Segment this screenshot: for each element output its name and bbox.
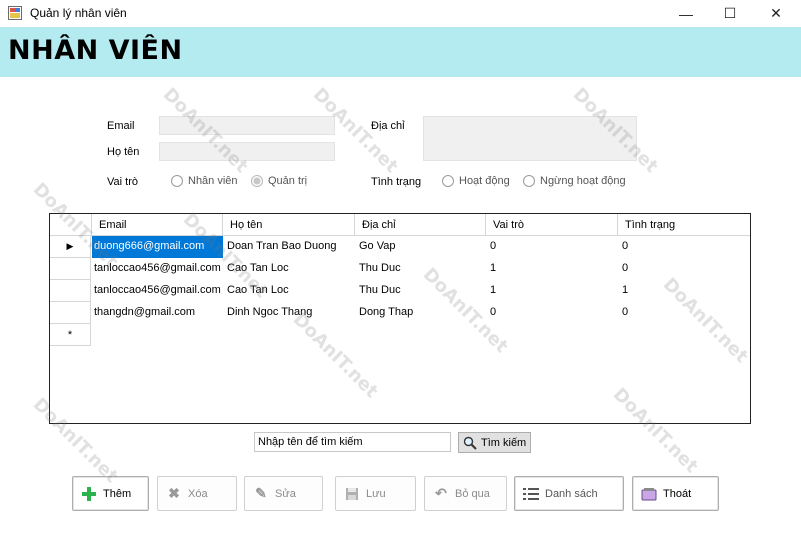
search-button-label: Tìm kiếm xyxy=(481,436,527,449)
exit-button-label: Thoát xyxy=(663,487,692,500)
row-header[interactable] xyxy=(50,258,91,280)
table-cell-name[interactable]: Cao Tan Loc xyxy=(225,258,289,280)
table-cell-email[interactable]: tanloccao456@gmail.com xyxy=(92,258,221,280)
maximize-button[interactable]: ☐ xyxy=(707,0,753,27)
table-cell-role[interactable]: 0 xyxy=(488,236,496,258)
exit-icon xyxy=(641,486,657,502)
row-header[interactable] xyxy=(50,302,91,324)
table-cell-role[interactable]: 1 xyxy=(488,258,496,280)
add-button[interactable]: Thêm xyxy=(72,476,149,511)
table-cell-role[interactable]: 1 xyxy=(488,280,496,302)
window-title: Quản lý nhân viên xyxy=(30,6,127,20)
list-button[interactable]: Danh sách xyxy=(514,476,624,511)
role-radio-admin[interactable]: Quản trị xyxy=(251,175,307,187)
table-cell-name[interactable]: Dinh Ngoc Thang xyxy=(225,302,312,324)
table-cell-email[interactable]: tanloccao456@gmail.com xyxy=(92,280,221,302)
column-header-name[interactable]: Họ tên xyxy=(223,214,355,236)
column-header-role[interactable]: Vai trò xyxy=(486,214,618,236)
list-button-label: Danh sách xyxy=(545,487,598,500)
add-button-label: Thêm xyxy=(103,487,132,500)
save-button-label: Lưu xyxy=(366,487,386,500)
table-cell-role[interactable]: 0 xyxy=(488,302,496,324)
search-button[interactable]: Tìm kiếm xyxy=(458,432,531,453)
plus-icon xyxy=(81,486,97,502)
radio-icon xyxy=(442,175,454,187)
address-field[interactable] xyxy=(423,116,637,161)
save-button[interactable]: Lưu xyxy=(335,476,416,511)
radio-checked-icon xyxy=(251,175,263,187)
table-cell-address[interactable]: Dong Thap xyxy=(357,302,413,324)
table-cell-status[interactable]: 0 xyxy=(620,302,628,324)
radio-icon xyxy=(523,175,535,187)
search-icon xyxy=(463,436,477,450)
row-header-new[interactable]: * xyxy=(50,324,91,346)
grid-corner-header xyxy=(50,214,92,236)
table-cell-address[interactable]: Go Vap xyxy=(357,236,396,258)
delete-button[interactable]: ✖ Xóa xyxy=(157,476,237,511)
edit-button-label: Sửa xyxy=(275,487,296,500)
table-cell-email[interactable]: thangdn@gmail.com xyxy=(92,302,195,324)
table-cell-status[interactable]: 0 xyxy=(620,258,628,280)
delete-button-label: Xóa xyxy=(188,487,208,500)
name-field[interactable] xyxy=(159,142,335,161)
minimize-button[interactable]: — xyxy=(663,0,709,27)
table-cell-status[interactable]: 0 xyxy=(620,236,628,258)
title-bar: Quản lý nhân viên — ☐ ✕ xyxy=(0,0,801,27)
table-cell-status[interactable]: 1 xyxy=(620,280,628,302)
table-cell-address[interactable]: Thu Duc xyxy=(357,258,401,280)
column-header-email[interactable]: Email xyxy=(92,214,223,236)
app-icon xyxy=(8,6,22,20)
name-label: Họ tên xyxy=(107,146,140,158)
employee-grid[interactable]: Email Họ tên Địa chỉ Vai trò Tình trạng … xyxy=(49,213,751,424)
list-icon xyxy=(523,486,539,502)
pencil-icon: ✎ xyxy=(255,485,267,501)
table-cell-name[interactable]: Cao Tan Loc xyxy=(225,280,289,302)
role-option-staff: Nhân viên xyxy=(188,175,238,187)
status-radio-inactive[interactable]: Ngừng hoạt động xyxy=(523,175,626,187)
x-icon: ✖ xyxy=(168,485,180,501)
email-label: Email xyxy=(107,120,135,132)
page-header: NHÂN VIÊN xyxy=(0,27,801,77)
table-cell-address[interactable]: Thu Duc xyxy=(357,280,401,302)
undo-icon: ↶ xyxy=(435,485,447,501)
email-field[interactable] xyxy=(159,116,335,135)
column-header-address[interactable]: Địa chỉ xyxy=(355,214,486,236)
column-header-status[interactable]: Tình trạng xyxy=(618,214,750,236)
exit-button[interactable]: Thoát xyxy=(632,476,719,511)
page-title: NHÂN VIÊN xyxy=(8,35,183,66)
status-option-active: Hoạt động xyxy=(459,175,510,187)
address-label: Địa chỉ xyxy=(371,120,405,132)
edit-button[interactable]: ✎ Sửa xyxy=(244,476,323,511)
status-option-inactive: Ngừng hoạt động xyxy=(540,175,626,187)
status-radio-active[interactable]: Hoạt động xyxy=(442,175,510,187)
table-cell-name[interactable]: Doan Tran Bao Duong xyxy=(225,236,336,258)
search-input[interactable] xyxy=(254,432,451,452)
row-header-current[interactable]: ▶ xyxy=(50,236,91,258)
floppy-icon xyxy=(344,486,360,502)
role-label: Vai trò xyxy=(107,176,138,188)
role-option-admin: Quản trị xyxy=(268,175,308,187)
role-radio-staff[interactable]: Nhân viên xyxy=(171,175,238,187)
skip-button[interactable]: ↶ Bỏ qua xyxy=(424,476,507,511)
close-button[interactable]: ✕ xyxy=(753,0,799,27)
table-cell-email[interactable]: duong666@gmail.com xyxy=(92,236,223,258)
status-label: Tình trạng xyxy=(371,176,422,188)
skip-button-label: Bỏ qua xyxy=(455,487,490,500)
row-header[interactable] xyxy=(50,280,91,302)
radio-icon xyxy=(171,175,183,187)
